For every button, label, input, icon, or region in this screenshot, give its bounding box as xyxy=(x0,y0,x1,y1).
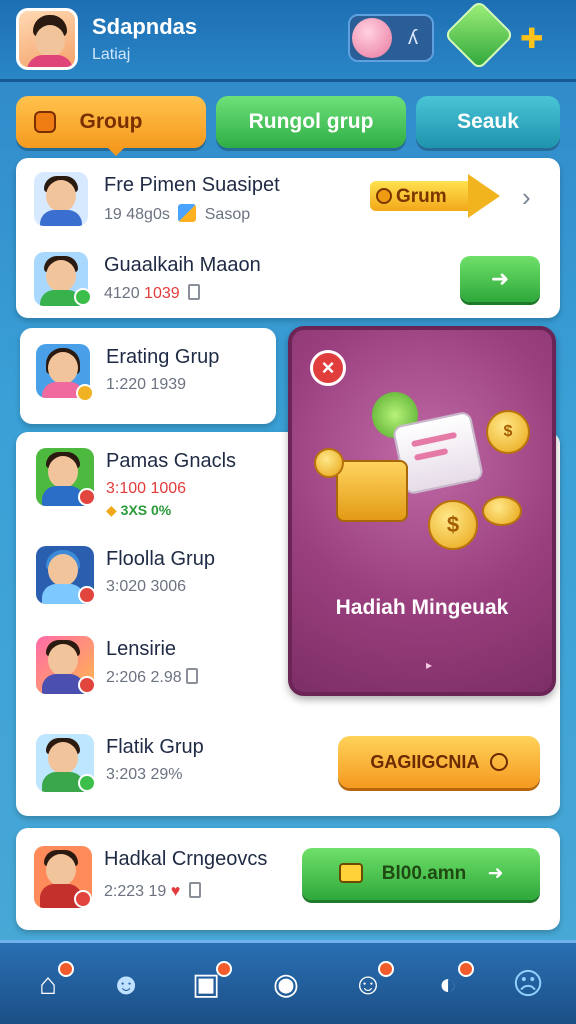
tab-seauk[interactable]: Seauk xyxy=(416,96,560,148)
bottom-navigation: ⌂ ☻ ▣ ◉ ☺ ◐ ☹ xyxy=(0,940,576,1024)
key-icon[interactable]: ✚ xyxy=(520,22,543,55)
status-dot xyxy=(78,676,96,694)
coins-icon: ◆ xyxy=(106,502,117,518)
currency-badge[interactable]: ʎ xyxy=(348,14,434,62)
home-icon[interactable]: ⌂ xyxy=(28,961,74,1005)
ticket-icon xyxy=(338,863,363,883)
document-icon xyxy=(185,668,198,684)
chat-box-icon[interactable]: ▣ xyxy=(186,961,232,1005)
status-dot xyxy=(74,890,92,908)
friends-icon[interactable]: ☺ xyxy=(348,961,394,1005)
status-dot xyxy=(78,586,96,604)
status-dot xyxy=(74,288,92,306)
users-icon[interactable]: ☻ xyxy=(106,965,146,1005)
list-item[interactable]: Lensirie 2:206 2.98 xyxy=(36,636,266,700)
status-dot xyxy=(76,384,94,402)
item-meta: 3:100 1006 xyxy=(106,480,187,497)
treasure-chest-icon xyxy=(336,460,408,522)
coin-icon: $ xyxy=(486,410,530,454)
item-name: Guaalkaih Maaon xyxy=(104,254,261,276)
action-button[interactable]: GAGIIGCNIA xyxy=(338,736,540,788)
weekly-reward-popup[interactable]: × $ $ Hadiah Mingeuak ▸ xyxy=(288,326,556,696)
list-item[interactable]: Hadkal Crngeovcs 2:223 19 ♥ xyxy=(34,846,314,912)
status-dot xyxy=(78,774,96,792)
coin-icon xyxy=(376,188,392,204)
coin-icon xyxy=(489,753,508,771)
item-meta: 4120 1039 xyxy=(104,284,201,303)
item-name: Flatik Grup xyxy=(106,736,204,758)
item-meta: 2:223 19 ♥ xyxy=(104,882,201,901)
item-meta: 1:220 1939 xyxy=(106,376,187,393)
item-name: Hadkal Crngeovcs xyxy=(104,848,268,870)
profile-icon[interactable]: ☹ xyxy=(508,965,548,1005)
gem-icon[interactable] xyxy=(443,0,515,71)
list-item[interactable]: Fre Pimen Suasipet 19 48g0s Sasop xyxy=(34,172,354,232)
item-name: Floolla Grup xyxy=(106,548,215,570)
tiles-icon xyxy=(178,204,197,222)
location-icon[interactable]: ◉ xyxy=(266,965,306,1005)
coin-icon: $ xyxy=(428,500,478,550)
close-icon[interactable]: × xyxy=(310,350,346,386)
list-item[interactable]: Flatik Grup 3:203 29% xyxy=(36,734,266,798)
grum-arrow-button[interactable]: Grum xyxy=(370,174,502,218)
item-meta: 19 48g0s Sasop xyxy=(104,204,251,223)
group-avatar xyxy=(34,172,88,226)
coin-icon xyxy=(314,448,344,478)
tab-bar: Group Rungol grup Seauk xyxy=(16,96,560,156)
list-item[interactable]: Floolla Grup 3:020 3006 xyxy=(36,546,266,610)
popup-title: Hadiah Mingeuak xyxy=(335,596,509,619)
coin-icon xyxy=(482,496,522,526)
pig-icon xyxy=(352,18,392,58)
status-dot xyxy=(78,488,96,506)
user-subtitle: Latiaj xyxy=(92,46,131,63)
tab-group[interactable]: Group xyxy=(16,96,206,156)
badge-symbol: ʎ xyxy=(408,27,418,49)
item-name: Fre Pimen Suasipet xyxy=(104,174,280,196)
tab-rungol-grup-label: Rungol grup xyxy=(248,110,374,133)
item-reward: ◆ 3XS 0% xyxy=(106,502,172,518)
username: Sdapndas xyxy=(92,14,198,39)
heart-icon: ♥ xyxy=(170,883,181,900)
item-name: Pamas Gnacls xyxy=(106,450,237,472)
tab-rungol-grup[interactable]: Rungol grup xyxy=(216,96,406,148)
document-icon xyxy=(188,284,201,300)
item-meta: 2:206 2.98 xyxy=(106,668,198,687)
join-arrow-button[interactable]: ➜ xyxy=(460,256,540,302)
tab-seauk-label: Seauk xyxy=(457,110,519,133)
list-item[interactable]: Erating Grup 1:220 1939 xyxy=(36,344,266,408)
user-avatar[interactable] xyxy=(16,8,78,70)
item-meta: 3:020 3006 xyxy=(106,578,187,595)
document-icon xyxy=(188,882,201,898)
tab-group-label: Group xyxy=(79,110,143,133)
join-button[interactable]: Bl00.amn ➜ xyxy=(302,848,540,900)
play-icon[interactable]: ▸ xyxy=(426,658,432,672)
item-name: Lensirie xyxy=(106,638,177,660)
clock-icon[interactable]: ◐ xyxy=(428,961,474,1005)
top-header: Sdapndas Latiaj ʎ ✚ xyxy=(0,0,576,82)
arrow-right-icon: ➜ xyxy=(490,266,510,291)
list-item[interactable]: Guaalkaih Maaon 4120 1039 xyxy=(34,252,354,312)
arrow-right-icon: ➜ xyxy=(487,863,504,884)
chevron-right-icon[interactable]: › xyxy=(522,182,531,213)
item-meta: 3:203 29% xyxy=(106,766,183,783)
group-tab-icon xyxy=(34,111,56,133)
list-item[interactable]: Pamas Gnacls 3:100 1006 ◆ 3XS 0% xyxy=(36,448,266,522)
grum-label: Grum xyxy=(396,186,447,207)
item-name: Erating Grup xyxy=(106,346,220,368)
